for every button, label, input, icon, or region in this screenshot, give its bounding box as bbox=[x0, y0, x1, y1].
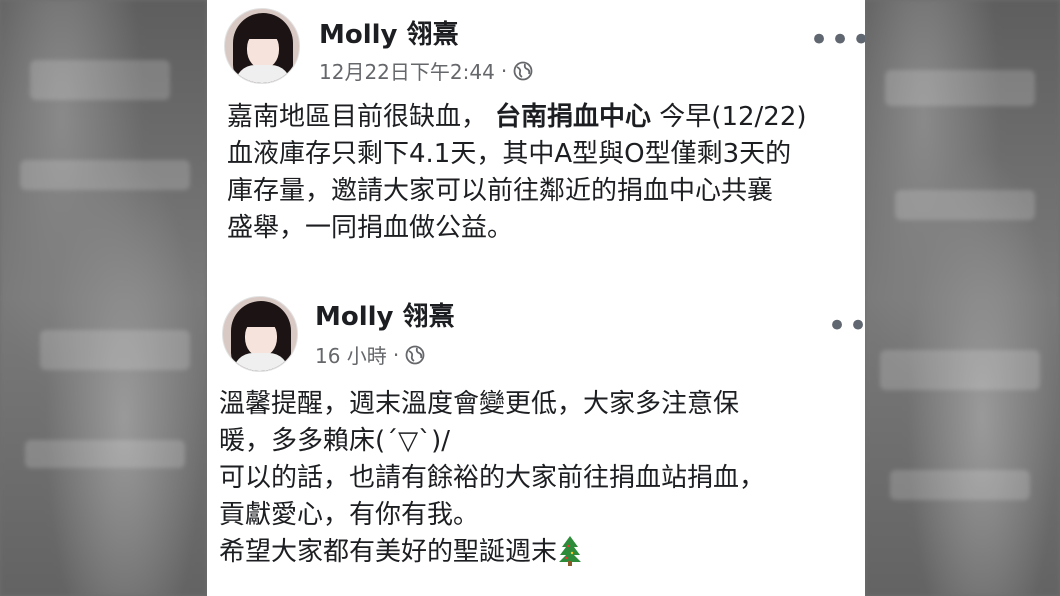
christmas-tree-icon bbox=[559, 536, 582, 566]
more-options-icon[interactable]: ••• bbox=[827, 309, 865, 343]
globe-icon bbox=[405, 345, 425, 364]
meta-separator: · bbox=[392, 342, 400, 367]
post-text-line: 盛舉，一同捐血做公益。 bbox=[227, 213, 514, 243]
post-feed-panel: Molly 翎熹 12月22日下午2:44 · ••• 嘉南地區目前很缺血，台南… bbox=[207, 0, 865, 596]
blurred-background-left bbox=[0, 0, 207, 596]
post-body: 嘉南地區目前很缺血， 台南捐血中心 今早(12/22) 血液庫存只剩下4.1天，其… bbox=[227, 99, 865, 247]
post-meta: 12月22日下午2:44 · bbox=[319, 56, 533, 85]
post-text-line: 貢獻愛心，有你有我。 bbox=[219, 500, 480, 530]
post-text-line: 溫馨提醒，週末溫度會變更低，大家多注意保 bbox=[219, 389, 740, 419]
post-text-line: 血液庫存只剩下4.1天，其中A型與O型僅剩3天的 bbox=[227, 139, 792, 169]
post-text-line: 暖，多多賴床(´▽`)/ bbox=[219, 426, 451, 456]
post-meta: 16 小時 · bbox=[315, 340, 425, 369]
post-text-line: 今早(12/22) bbox=[651, 102, 807, 132]
author-avatar[interactable] bbox=[222, 296, 298, 372]
post-text-line: 可以的話，也請有餘裕的大家前往捐血站捐血， bbox=[219, 463, 766, 493]
page-tag-link[interactable]: 台南捐血中心 bbox=[495, 102, 651, 132]
post-text-line: 希望大家都有美好的聖誕週末 bbox=[219, 537, 558, 567]
post-text-line: 庫存量，邀請大家可以前往鄰近的捐血中心共襄 bbox=[227, 176, 774, 206]
blurred-background-right bbox=[865, 0, 1060, 596]
globe-icon bbox=[513, 61, 533, 80]
author-avatar[interactable] bbox=[224, 8, 300, 84]
post-timestamp[interactable]: 16 小時 bbox=[315, 340, 387, 369]
author-name[interactable]: Molly 翎熹 bbox=[319, 14, 459, 51]
more-options-icon[interactable]: ••• bbox=[809, 23, 865, 57]
post-timestamp[interactable]: 12月22日下午2:44 bbox=[319, 56, 495, 85]
post-text-line: 嘉南地區目前很缺血， bbox=[227, 102, 488, 132]
author-name[interactable]: Molly 翎熹 bbox=[315, 296, 455, 333]
post-body: 溫馨提醒，週末溫度會變更低，大家多注意保 暖，多多賴床(´▽`)/ 可以的話，也… bbox=[219, 386, 859, 571]
meta-separator: · bbox=[500, 58, 508, 83]
